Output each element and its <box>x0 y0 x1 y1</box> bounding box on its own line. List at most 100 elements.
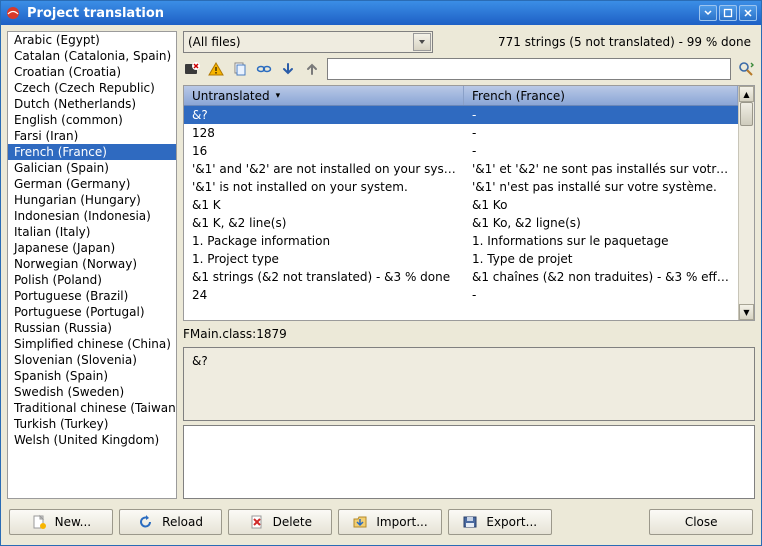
reload-button[interactable]: Reload <box>119 509 223 535</box>
language-item[interactable]: Turkish (Turkey) <box>8 416 176 432</box>
file-filter-combo[interactable]: (All files) <box>183 31 433 53</box>
language-item[interactable]: Czech (Czech Republic) <box>8 80 176 96</box>
language-item[interactable]: Spanish (Spain) <box>8 368 176 384</box>
export-icon <box>462 514 478 530</box>
scroll-track[interactable] <box>739 102 754 304</box>
reload-button-label: Reload <box>162 515 203 529</box>
table-row[interactable]: &1 K, &2 line(s)&1 Ko, &2 ligne(s) <box>184 214 738 232</box>
language-item[interactable]: Indonesian (Indonesia) <box>8 208 176 224</box>
cell-source: 24 <box>184 288 464 302</box>
column-untranslated-label: Untranslated <box>192 89 270 103</box>
table-row[interactable]: 128- <box>184 124 738 142</box>
table-row[interactable]: 1. Package information1. Informations su… <box>184 232 738 250</box>
reload-icon <box>138 514 154 530</box>
language-item[interactable]: Simplified chinese (China) <box>8 336 176 352</box>
down-arrow-icon[interactable] <box>279 60 297 78</box>
language-item[interactable]: Croatian (Croatia) <box>8 64 176 80</box>
titlebar: Project translation <box>1 1 761 25</box>
cell-translation: - <box>464 144 738 158</box>
cell-translation: 1. Type de projet <box>464 252 738 266</box>
table-row[interactable]: '&1' is not installed on your system.'&1… <box>184 178 738 196</box>
delete-icon <box>249 514 265 530</box>
scroll-down-icon[interactable]: ▼ <box>739 304 754 320</box>
table-columns: Untranslated ▾ French (France) &?-128-16… <box>184 86 738 320</box>
scroll-up-icon[interactable]: ▲ <box>739 86 754 102</box>
language-item[interactable]: Italian (Italy) <box>8 224 176 240</box>
cell-translation: &1 chaînes (&2 non traduites) - &3 % eff… <box>464 270 738 284</box>
language-item[interactable]: Welsh (United Kingdom) <box>8 432 176 448</box>
export-button[interactable]: Export... <box>448 509 552 535</box>
language-item[interactable]: Norwegian (Norway) <box>8 256 176 272</box>
cell-source: &1 strings (&2 not translated) - &3 % do… <box>184 270 464 284</box>
language-item[interactable]: Swedish (Sweden) <box>8 384 176 400</box>
language-item[interactable]: Catalan (Catalonia, Spain) <box>8 48 176 64</box>
table-row[interactable]: &?- <box>184 106 738 124</box>
cell-source: '&1' and '&2' are not installed on your … <box>184 162 464 176</box>
right-pane: (All files) 771 strings (5 not translate… <box>183 31 755 499</box>
language-item[interactable]: Galician (Spain) <box>8 160 176 176</box>
new-button[interactable]: New... <box>9 509 113 535</box>
sort-indicator-icon: ▾ <box>276 91 281 101</box>
table-row[interactable]: &1 K&1 Ko <box>184 196 738 214</box>
main-area: Arabic (Egypt)Catalan (Catalonia, Spain)… <box>7 31 755 499</box>
app-icon <box>5 5 21 21</box>
language-item[interactable]: Polish (Poland) <box>8 272 176 288</box>
column-untranslated[interactable]: Untranslated ▾ <box>184 86 464 105</box>
cell-source: &1 K, &2 line(s) <box>184 216 464 230</box>
table-header: Untranslated ▾ French (France) <box>184 86 738 106</box>
import-button[interactable]: Import... <box>338 509 442 535</box>
cell-translation: &1 Ko, &2 ligne(s) <box>464 216 738 230</box>
translation-input[interactable] <box>183 425 755 499</box>
table-row[interactable]: &1 strings (&2 not translated) - &3 % do… <box>184 268 738 286</box>
language-item[interactable]: Arabic (Egypt) <box>8 32 176 48</box>
status-text: 771 strings (5 not translated) - 99 % do… <box>441 35 755 49</box>
minimize-button[interactable] <box>699 5 717 21</box>
table-body[interactable]: &?-128-16-'&1' and '&2' are not installe… <box>184 106 738 320</box>
cell-translation: '&1' n'est pas installé sur votre systèm… <box>464 180 738 194</box>
source-text-box: &? <box>183 347 755 421</box>
import-icon <box>352 514 368 530</box>
table-row[interactable]: 24- <box>184 286 738 304</box>
import-button-label: Import... <box>376 515 427 529</box>
language-item[interactable]: Russian (Russia) <box>8 320 176 336</box>
language-item[interactable]: Traditional chinese (Taiwan) <box>8 400 176 416</box>
language-item[interactable]: Japanese (Japan) <box>8 240 176 256</box>
close-button[interactable] <box>739 5 757 21</box>
language-list[interactable]: Arabic (Egypt)Catalan (Catalonia, Spain)… <box>7 31 177 499</box>
toolbar <box>183 57 755 81</box>
table-row[interactable]: '&1' and '&2' are not installed on your … <box>184 160 738 178</box>
new-button-label: New... <box>55 515 92 529</box>
language-item[interactable]: French (France) <box>8 144 176 160</box>
column-translated-label: French (France) <box>472 89 565 103</box>
close-dialog-button[interactable]: Close <box>649 509 753 535</box>
copy-icon[interactable] <box>231 60 249 78</box>
table-row[interactable]: 16- <box>184 142 738 160</box>
cell-translation: - <box>464 126 738 140</box>
table-row[interactable]: 1. Project type1. Type de projet <box>184 250 738 268</box>
language-item[interactable]: English (common) <box>8 112 176 128</box>
cell-translation: 1. Informations sur le paquetage <box>464 234 738 248</box>
scroll-thumb[interactable] <box>740 102 753 126</box>
delete-button[interactable]: Delete <box>228 509 332 535</box>
cell-source: 16 <box>184 144 464 158</box>
cell-translation: &1 Ko <box>464 198 738 212</box>
clear-icon[interactable] <box>183 60 201 78</box>
vertical-scrollbar[interactable]: ▲ ▼ <box>738 86 754 320</box>
search-input[interactable] <box>327 58 731 80</box>
language-item[interactable]: Portuguese (Portugal) <box>8 304 176 320</box>
up-arrow-icon[interactable] <box>303 60 321 78</box>
language-item[interactable]: Farsi (Iran) <box>8 128 176 144</box>
link-icon[interactable] <box>255 60 273 78</box>
find-icon[interactable] <box>737 60 755 78</box>
cell-translation: - <box>464 288 738 302</box>
warning-icon[interactable] <box>207 60 225 78</box>
language-item[interactable]: Hungarian (Hungary) <box>8 192 176 208</box>
language-item[interactable]: German (Germany) <box>8 176 176 192</box>
language-item[interactable]: Portuguese (Brazil) <box>8 288 176 304</box>
language-item[interactable]: Slovenian (Slovenia) <box>8 352 176 368</box>
language-item[interactable]: Dutch (Netherlands) <box>8 96 176 112</box>
cell-source: 1. Package information <box>184 234 464 248</box>
column-translated[interactable]: French (France) <box>464 86 738 105</box>
bottom-bar: New... Reload Delete Import... Export...… <box>7 505 755 539</box>
maximize-button[interactable] <box>719 5 737 21</box>
